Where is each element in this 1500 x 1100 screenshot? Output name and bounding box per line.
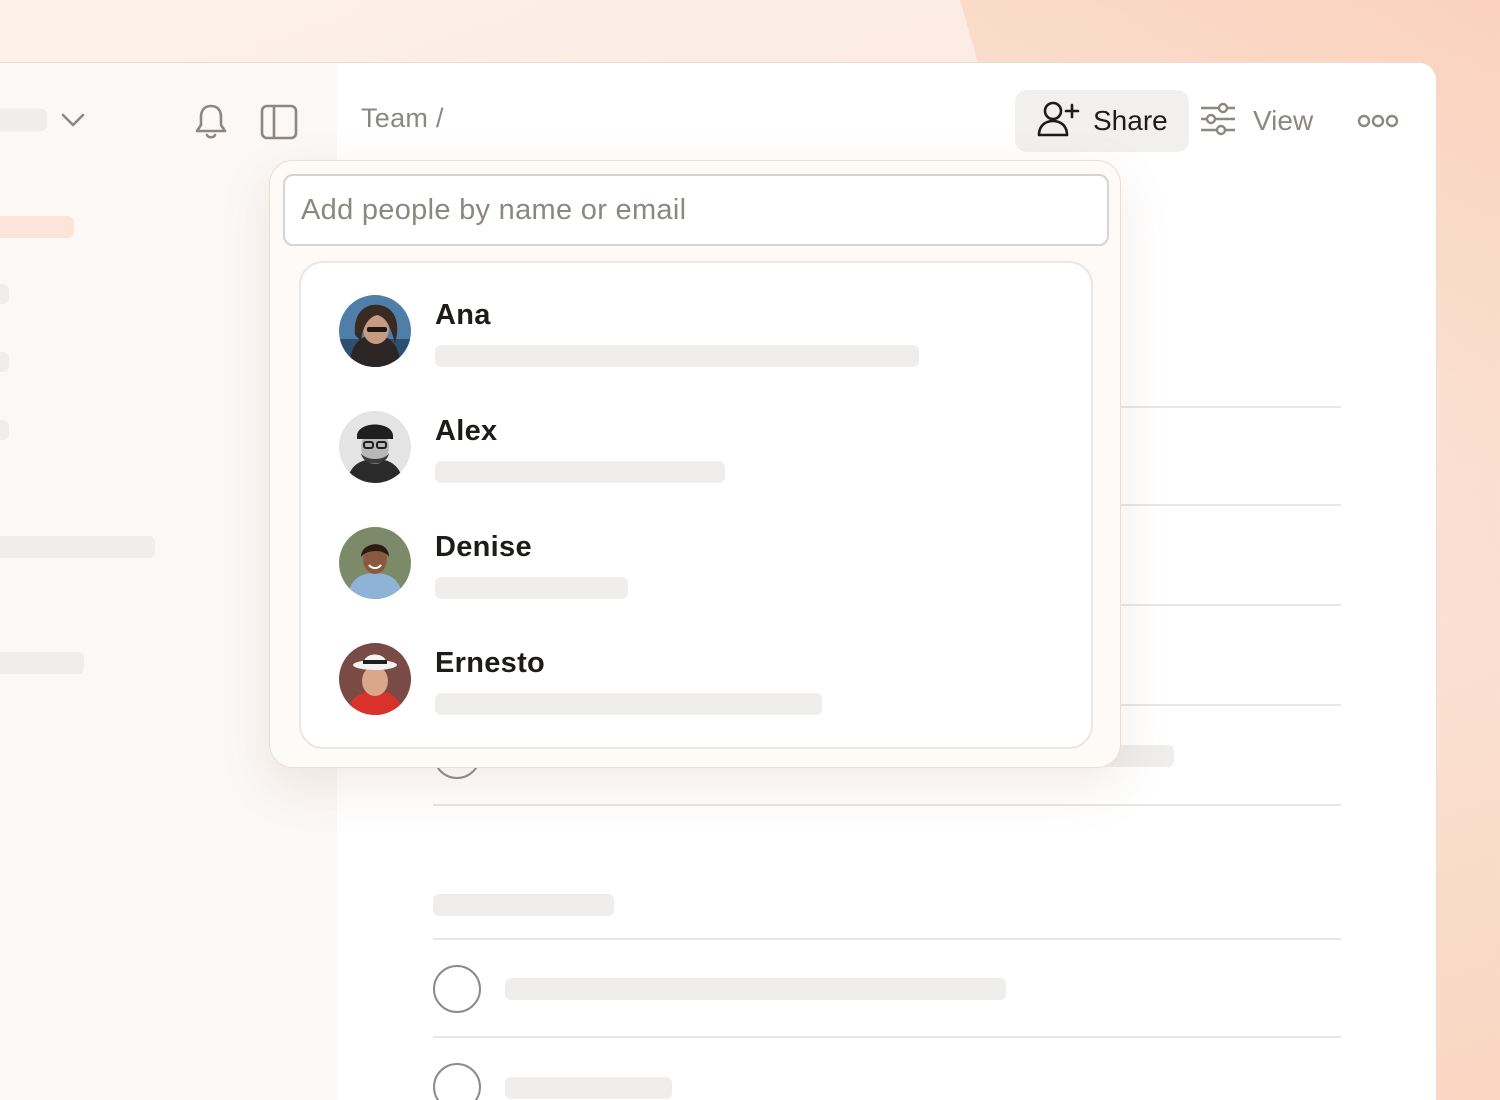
person-email-placeholder	[435, 577, 628, 599]
avatar	[339, 643, 411, 715]
sidebar-panel-icon[interactable]	[259, 103, 299, 141]
section-heading-placeholder	[433, 894, 614, 916]
workspace-name-placeholder	[0, 109, 47, 131]
person-option-alex[interactable]: Alex	[301, 411, 1091, 527]
person-email-placeholder	[435, 345, 919, 367]
add-people-input[interactable]	[283, 174, 1109, 246]
person-option-ana[interactable]: Ana	[301, 295, 1091, 411]
add-user-icon	[1037, 100, 1081, 143]
person-email-placeholder	[435, 461, 725, 483]
more-horizontal-icon[interactable]	[1356, 108, 1400, 134]
list-divider	[433, 804, 1341, 806]
sidebar-item-active[interactable]	[0, 216, 74, 238]
bell-icon[interactable]	[191, 101, 231, 143]
breadcrumb[interactable]: Team /	[361, 103, 444, 134]
task-title-placeholder	[505, 978, 1006, 1000]
list-divider	[433, 938, 1341, 940]
sidebar-item[interactable]	[0, 352, 9, 372]
avatar	[339, 411, 411, 483]
person-option-ernesto[interactable]: Ernesto	[301, 643, 1091, 759]
person-name: Ernesto	[435, 647, 546, 679]
list-divider	[433, 1036, 1341, 1038]
view-label: View	[1253, 105, 1314, 136]
sidebar-item[interactable]	[0, 536, 155, 558]
person-name: Ana	[435, 299, 491, 331]
avatar	[339, 527, 411, 599]
people-suggestion-list: Ana Alex Denise Ernesto	[299, 261, 1093, 749]
sidebar-item[interactable]	[0, 420, 9, 440]
share-popover: Ana Alex	[269, 160, 1121, 768]
task-checkbox[interactable]	[433, 965, 481, 1013]
avatar	[339, 295, 411, 367]
person-name: Alex	[435, 415, 498, 447]
person-name: Denise	[435, 531, 532, 563]
sidebar-item[interactable]	[0, 284, 9, 304]
sliders-icon	[1199, 102, 1237, 141]
share-button[interactable]: Share	[1015, 90, 1189, 152]
sidebar-item[interactable]	[0, 652, 84, 674]
share-label: Share	[1093, 105, 1168, 136]
person-email-placeholder	[435, 693, 822, 715]
view-button[interactable]: View	[1199, 90, 1313, 152]
chevron-down-icon[interactable]	[59, 105, 87, 135]
task-title-placeholder	[505, 1077, 672, 1099]
person-option-denise[interactable]: Denise	[301, 527, 1091, 643]
